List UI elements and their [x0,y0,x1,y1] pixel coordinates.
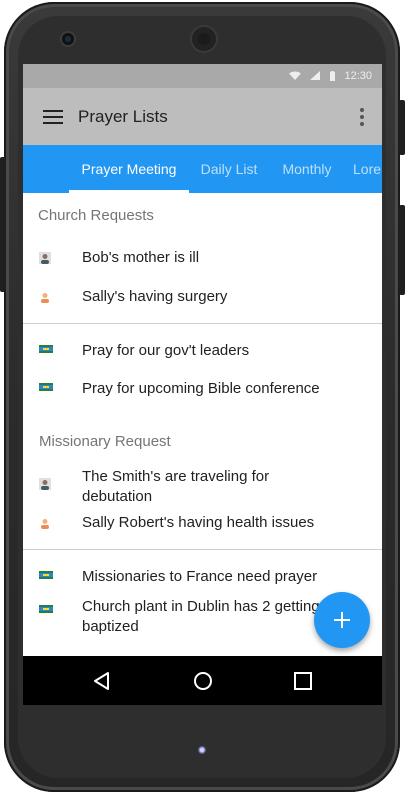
male-avatar-icon [39,478,51,490]
tab-monthly[interactable]: Monthly [275,145,339,193]
list-item-text: Bob's mother is ill [82,249,200,266]
section-header-missionary: Missionary Request [39,433,171,450]
female-avatar-icon [39,291,51,303]
divider [23,323,382,324]
screen: 12:30 Prayer Lists Prayer Meeting Daily … [23,64,382,705]
list-item[interactable]: The Smith's are traveling for debutation [23,467,382,509]
home-icon [194,671,212,690]
tab-daily-list[interactable]: Daily List [195,145,263,193]
list-item-text: Sally Robert's having health issues [82,514,315,531]
power-button [399,100,405,155]
battery-icon [330,71,336,81]
app-bar: Prayer Lists [23,88,382,145]
list-item[interactable]: Bob's mother is ill [23,248,382,278]
menu-button[interactable] [23,88,83,145]
side-button-left [0,157,6,292]
list-item[interactable]: Pray for our gov't leaders [23,341,382,371]
flag-icon [39,345,53,353]
volume-button [399,205,405,295]
recents-button[interactable] [273,656,333,705]
page-title: Prayer Lists [78,106,168,126]
section-header-church: Church Requests [38,207,154,224]
list-item[interactable]: Missionaries to France need prayer [23,567,382,597]
list-item-text: Missionaries to France need prayer [82,568,318,585]
flag-icon [39,383,53,391]
system-nav-bar [23,656,382,705]
recents-icon [294,671,312,690]
signal-icon [310,71,321,80]
tab-lore[interactable]: Lore [353,145,382,193]
flag-icon [39,571,53,579]
wifi-icon [289,71,302,80]
tab-bar: Prayer Meeting Daily List Monthly Lore [23,145,382,193]
front-camera [62,33,74,45]
flag-icon [39,605,53,613]
status-time: 12:30 [344,70,372,82]
divider [23,549,382,550]
more-vert-icon [360,107,364,112]
list-item-text: The Smith's are traveling for debutation [82,468,270,505]
overflow-menu-button[interactable] [342,88,382,145]
status-bar: 12:30 [23,64,382,88]
list-item[interactable]: Pray for upcoming Bible conference [23,379,382,409]
list-item[interactable]: Sally Robert's having health issues [23,513,382,543]
list-item-text: Sally's having surgery [82,288,228,305]
male-avatar-icon [39,252,51,264]
hamburger-icon [43,109,63,124]
plus-icon [334,612,350,628]
back-icon [94,671,109,690]
prayer-list: Church Requests Bob's mother is ill Sall… [23,193,382,656]
female-avatar-icon [39,517,51,529]
earpiece-speaker [192,27,216,51]
home-button[interactable] [173,656,233,705]
list-item-text: Church plant in Dublin has 2 getting bap… [82,598,320,635]
notification-led [198,746,206,754]
list-item-text: Pray for our gov't leaders [82,342,250,359]
add-prayer-fab[interactable] [314,592,370,648]
back-button[interactable] [72,656,132,705]
list-item-text: Pray for upcoming Bible conference [82,380,320,397]
tab-prayer-meeting[interactable]: Prayer Meeting [69,145,189,193]
list-item[interactable]: Sally's having surgery [23,287,382,317]
